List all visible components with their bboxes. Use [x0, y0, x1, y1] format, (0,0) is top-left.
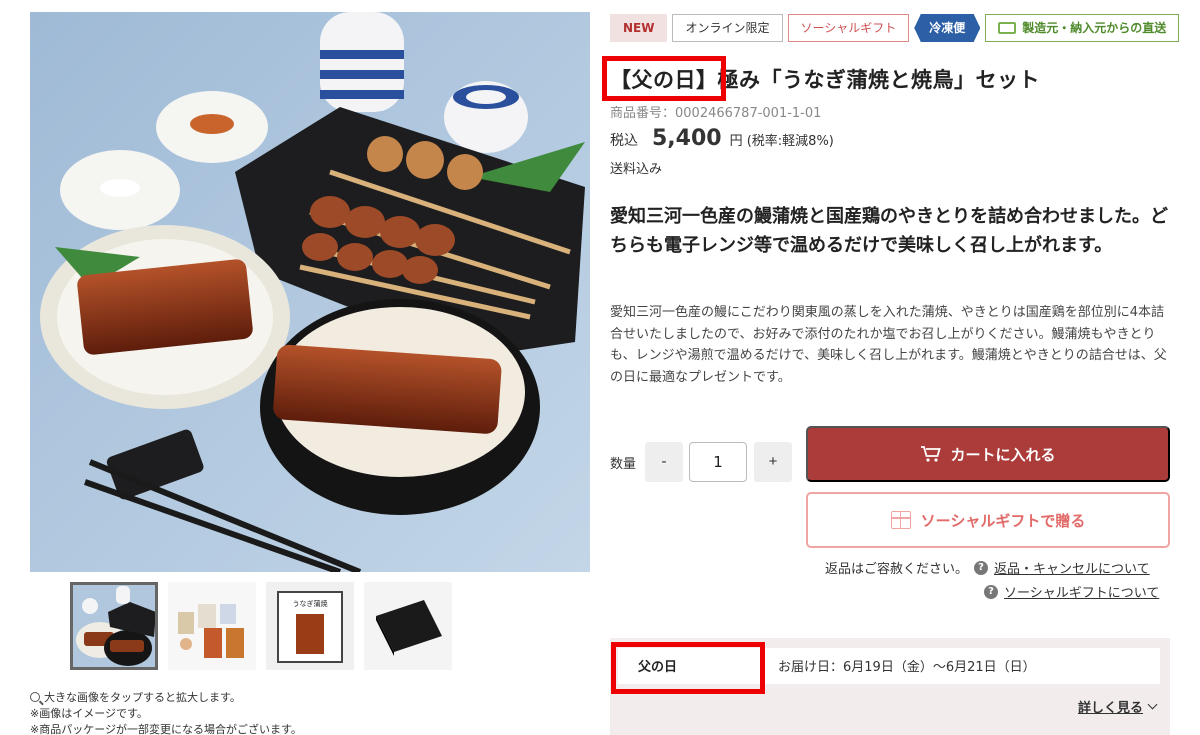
image-notes: 大きな画像をタップすると拡大します。 ※画像はイメージです。 ※商品パッケージが… — [30, 691, 302, 735]
see-more-link[interactable]: 詳しく見る — [1078, 697, 1158, 716]
social-gift-info-link[interactable]: ソーシャルギフトについて — [1004, 582, 1159, 601]
delivery-date: お届け日：6月19日（金）〜6月21日（日） — [778, 660, 1036, 675]
badge-row: NEW オンライン限定 ソーシャルギフト 冷凍便 製造元・納入元からの直送 — [610, 14, 1180, 42]
social-gift-button[interactable]: ソーシャルギフトで贈る — [806, 492, 1170, 548]
quantity-decrement-button[interactable]: - — [645, 442, 683, 482]
truck-icon — [998, 22, 1017, 34]
help-icon: ? — [974, 560, 989, 575]
product-description: 愛知三河一色産の鰻にこだわり関東風の蒸しを入れた蒲焼、やきとりは国産鶏を部位別に… — [610, 305, 1167, 385]
thumbnail-4[interactable] — [364, 582, 452, 670]
title-highlight-box — [602, 56, 726, 101]
product-headline: 愛知三河一色産の鰻蒲焼と国産鶏のやきとりを詰め合わせました。どちらも電子レンジ等… — [610, 206, 1168, 256]
quantity-input[interactable] — [689, 442, 747, 482]
event-highlight-box — [611, 642, 765, 694]
price-prefix: 税込 — [610, 133, 638, 149]
main-product-image[interactable] — [30, 12, 590, 572]
price-value: 5,400 — [652, 126, 722, 151]
online-only-badge: オンライン限定 — [672, 14, 783, 42]
shipping-note: 送料込み — [610, 162, 663, 177]
thumbnail-strip: うなぎ蒲焼 — [70, 582, 452, 670]
product-sku: 商品番号：0002466787-001-1-01 — [610, 106, 822, 121]
social-gift-badge: ソーシャルギフト — [787, 14, 910, 42]
thumbnail-1[interactable] — [70, 582, 158, 670]
price: 税込 5,400 円 (税率:軽減8%) — [610, 126, 834, 151]
quantity-increment-button[interactable]: + — [754, 442, 792, 482]
gift-icon — [890, 511, 911, 529]
chevron-down-icon — [1147, 699, 1158, 710]
frozen-badge: 冷凍便 — [914, 14, 981, 42]
add-to-cart-button[interactable]: カートに入れる — [806, 426, 1170, 482]
thumbnail-3[interactable]: うなぎ蒲焼 — [266, 582, 354, 670]
direct-ship-badge: 製造元・納入元からの直送 — [985, 14, 1180, 42]
returns-note: 返品はご容赦ください。 — [825, 562, 969, 577]
help-icon: ? — [984, 584, 998, 599]
social-gift-info-row: ? ソーシャルギフトについて — [984, 582, 1159, 601]
zoom-icon — [30, 692, 40, 702]
thumbnail-3-label: うなぎ蒲焼 — [292, 600, 328, 608]
returns-policy-link[interactable]: 返品・キャンセルについて — [994, 558, 1150, 577]
quantity-label: 数量 — [610, 457, 637, 472]
returns-row: 返品はご容赦ください。 ? 返品・キャンセルについて — [825, 558, 1150, 577]
cart-icon — [921, 446, 942, 462]
new-badge: NEW — [610, 14, 668, 42]
thumbnail-2[interactable] — [168, 582, 256, 670]
price-suffix: 円 (税率:軽減8%) — [729, 134, 834, 149]
